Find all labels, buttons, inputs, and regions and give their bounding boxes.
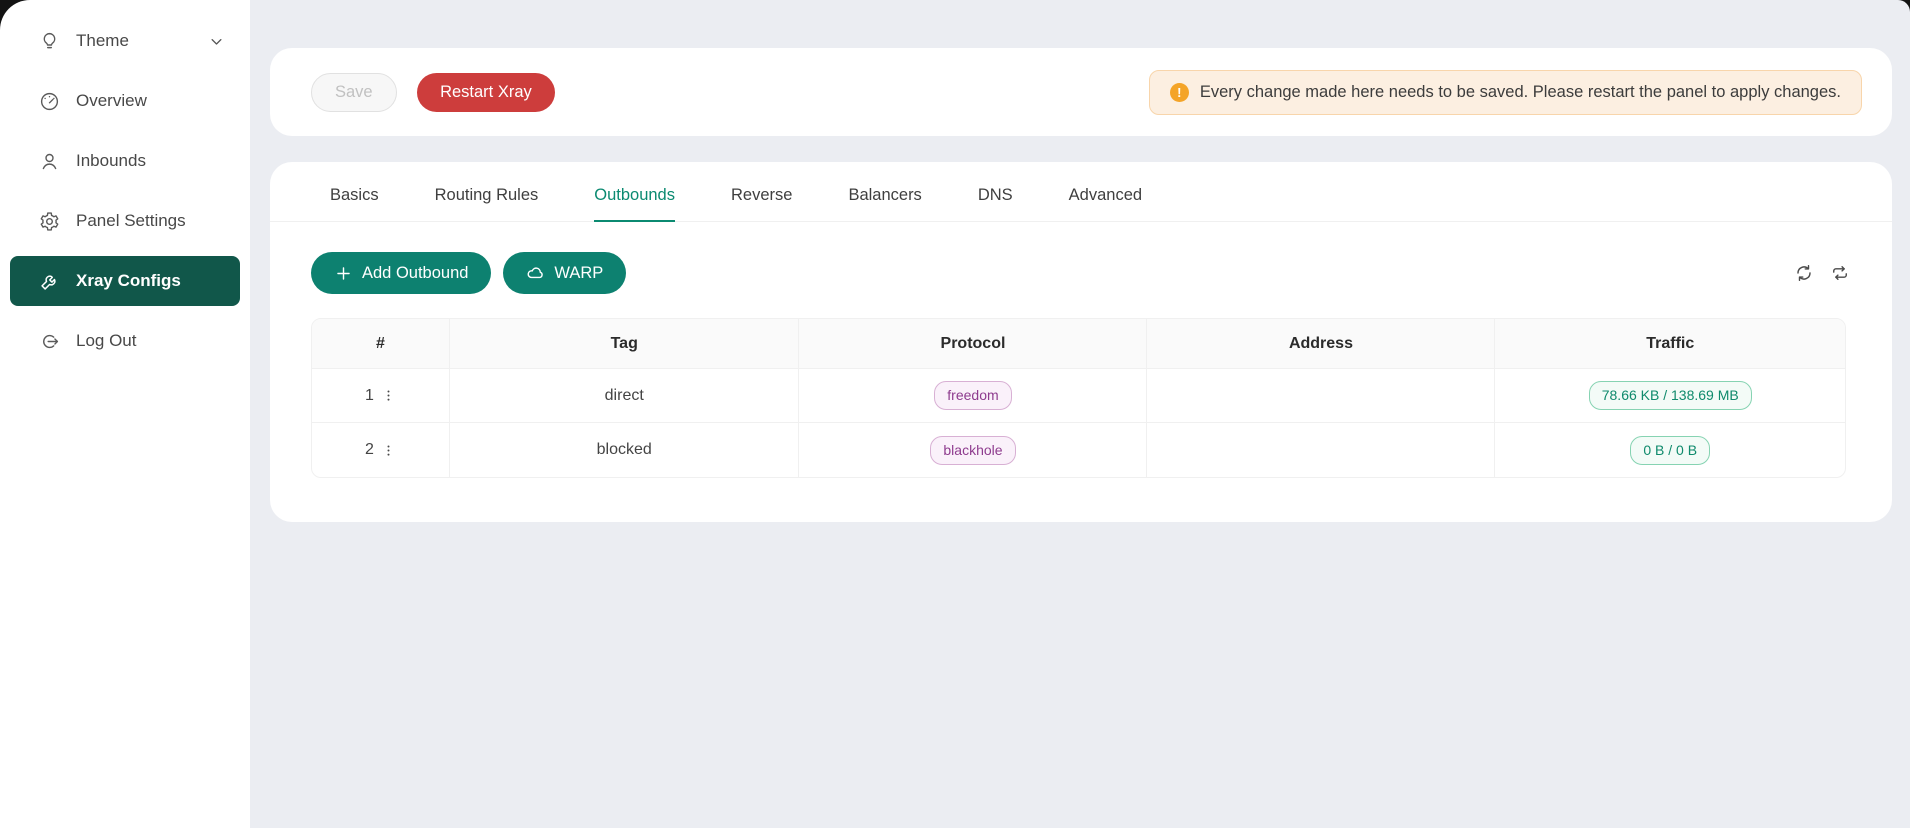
save-button[interactable]: Save — [311, 73, 397, 112]
chevron-down-icon — [209, 34, 224, 49]
protocol-badge: freedom — [934, 381, 1011, 410]
sidebar-item-panel-settings[interactable]: Panel Settings — [10, 196, 240, 246]
warning-alert-text: Every change made here needs to be saved… — [1200, 83, 1841, 102]
table-row: 2 blocked blackhole 0 B / 0 B — [312, 423, 1845, 477]
tab-dns[interactable]: DNS — [978, 186, 1013, 222]
column-header-index: # — [312, 319, 450, 369]
tag-cell: blocked — [450, 423, 800, 477]
warning-icon: ! — [1170, 83, 1189, 102]
app-shell: Theme Overview Inbounds Panel Settings — [0, 0, 1910, 828]
traffic-badge: 0 B / 0 B — [1630, 436, 1710, 465]
sidebar-item-label: Xray Configs — [76, 271, 181, 291]
plus-icon — [334, 264, 353, 283]
add-outbound-button[interactable]: Add Outbound — [311, 252, 491, 294]
column-header-tag: Tag — [450, 319, 800, 369]
logout-icon — [38, 330, 60, 352]
warning-alert: ! Every change made here needs to be sav… — [1149, 70, 1862, 115]
warp-label: WARP — [554, 264, 603, 283]
sidebar-item-label: Theme — [76, 31, 129, 51]
actions-row: Add Outbound WARP — [311, 252, 1850, 294]
tab-routing-rules[interactable]: Routing Rules — [435, 186, 539, 222]
sidebar-item-label: Inbounds — [76, 151, 146, 171]
cloud-icon — [526, 264, 545, 283]
sidebar: Theme Overview Inbounds Panel Settings — [0, 0, 250, 828]
tag-cell: direct — [450, 369, 800, 423]
tabs-bar: Basics Routing Rules Outbounds Reverse B… — [270, 162, 1892, 222]
protocol-badge: blackhole — [930, 436, 1015, 465]
sidebar-item-label: Log Out — [76, 331, 137, 351]
sidebar-item-overview[interactable]: Overview — [10, 76, 240, 126]
repeat-icon[interactable] — [1830, 263, 1850, 283]
table-row: 1 direct freedom 78.66 KB / 138.69 MB — [312, 369, 1845, 423]
sidebar-item-inbounds[interactable]: Inbounds — [10, 136, 240, 186]
outbounds-table: # Tag Protocol Address Traffic 1 — [311, 318, 1846, 478]
address-cell — [1147, 369, 1495, 423]
column-header-traffic: Traffic — [1495, 319, 1845, 369]
address-cell — [1147, 423, 1495, 477]
gear-icon — [38, 210, 60, 232]
sidebar-item-label: Overview — [76, 91, 147, 111]
row-menu-icon[interactable] — [381, 443, 396, 458]
main-content: Save Restart Xray ! Every change made he… — [250, 0, 1910, 828]
sidebar-item-theme[interactable]: Theme — [10, 16, 240, 66]
table-icon-actions — [1794, 263, 1850, 283]
column-header-address: Address — [1147, 319, 1495, 369]
tab-balancers[interactable]: Balancers — [848, 186, 921, 222]
column-header-protocol: Protocol — [799, 319, 1147, 369]
row-menu-icon[interactable] — [381, 388, 396, 403]
user-icon — [38, 150, 60, 172]
gauge-icon — [38, 90, 60, 112]
warp-button[interactable]: WARP — [503, 252, 626, 294]
sidebar-item-log-out[interactable]: Log Out — [10, 316, 240, 366]
add-outbound-label: Add Outbound — [362, 264, 468, 283]
tab-advanced[interactable]: Advanced — [1069, 186, 1142, 222]
toolbar-buttons: Save Restart Xray — [311, 73, 555, 112]
refresh-icon[interactable] — [1794, 263, 1814, 283]
xray-config-card: Basics Routing Rules Outbounds Reverse B… — [270, 162, 1892, 522]
restart-xray-button[interactable]: Restart Xray — [417, 73, 555, 112]
row-index: 2 — [365, 441, 374, 459]
sidebar-item-label: Panel Settings — [76, 211, 186, 231]
row-index: 1 — [365, 387, 374, 405]
bulb-icon — [38, 30, 60, 52]
traffic-badge: 78.66 KB / 138.69 MB — [1589, 381, 1752, 410]
toolbar-card: Save Restart Xray ! Every change made he… — [270, 48, 1892, 136]
wrench-icon — [38, 270, 60, 292]
tab-reverse[interactable]: Reverse — [731, 186, 792, 222]
tab-basics[interactable]: Basics — [330, 186, 379, 222]
sidebar-item-xray-configs[interactable]: Xray Configs — [10, 256, 240, 306]
tab-outbounds[interactable]: Outbounds — [594, 186, 675, 222]
table-header-row: # Tag Protocol Address Traffic — [312, 319, 1845, 369]
